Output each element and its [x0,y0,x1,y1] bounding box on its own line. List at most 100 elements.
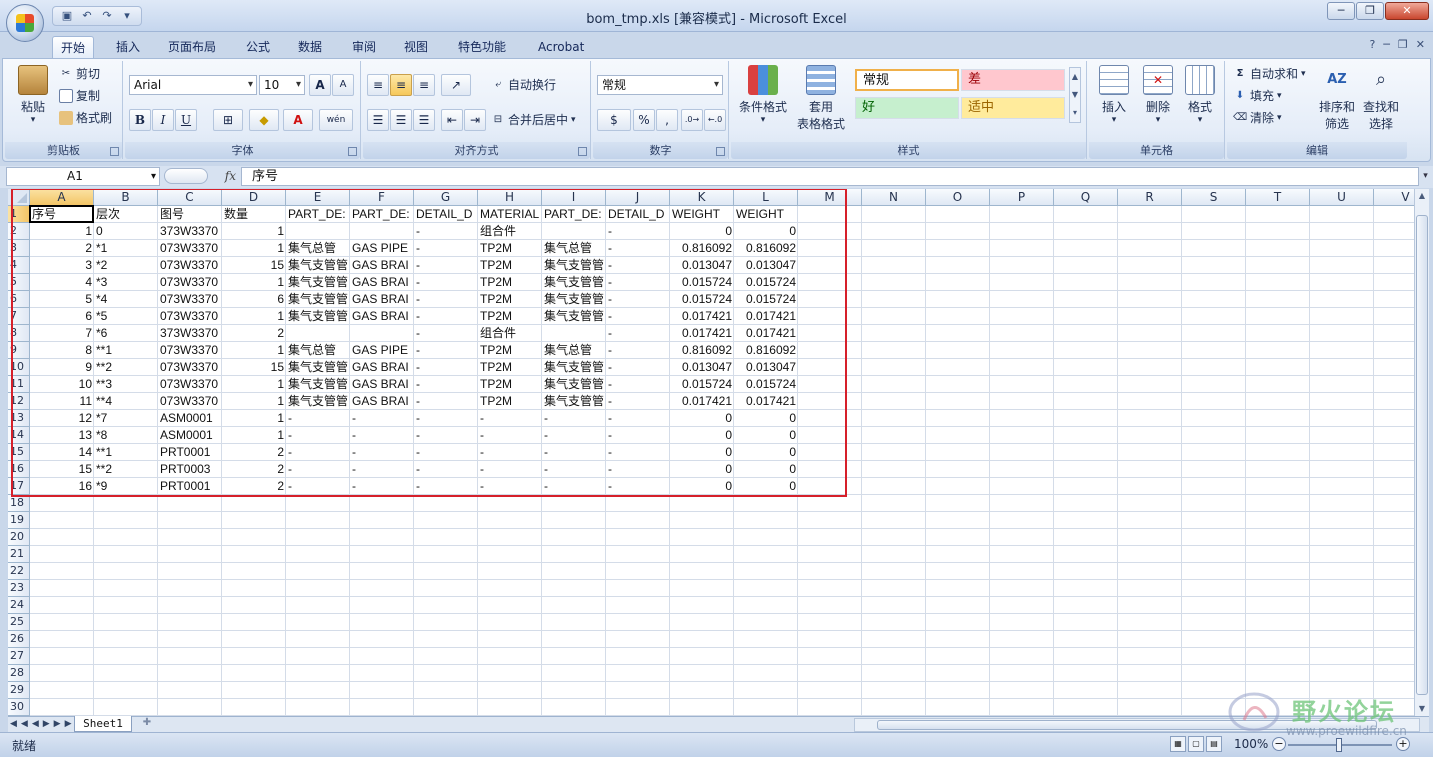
table-cell[interactable]: - [542,427,606,444]
align-left-button[interactable]: ☰ [367,109,389,131]
borders-button[interactable]: ⊞ [213,109,243,131]
table-cell[interactable]: TP2M [478,240,542,257]
sheet-nav-arrows[interactable]: ◀◀◀▶▶▶ [10,717,76,732]
table-cell[interactable]: 3 [30,257,94,274]
table-cell[interactable]: PRT0001 [158,478,222,495]
name-box[interactable]: A1 [6,167,160,186]
row-header[interactable]: 11 [8,376,30,393]
row-header[interactable]: 30 [8,699,30,716]
table-cell[interactable]: 13 [30,427,94,444]
table-cell[interactable]: 9 [30,359,94,376]
table-cell[interactable]: GAS BRAI [350,393,414,410]
column-header[interactable]: C [158,189,222,206]
table-cell[interactable]: 0 [670,444,734,461]
header-cell[interactable]: 层次 [94,206,158,223]
table-cell[interactable] [542,325,606,342]
office-button[interactable] [6,4,44,42]
header-cell[interactable]: WEIGHT [734,206,798,223]
column-header[interactable]: P [990,189,1054,206]
table-cell[interactable]: 073W3370 [158,393,222,410]
table-cell[interactable]: *8 [94,427,158,444]
align-middle-button[interactable]: ≡ [390,74,412,96]
table-cell[interactable]: - [414,223,478,240]
row-header[interactable]: 16 [8,461,30,478]
scroll-down-icon[interactable]: ▼ [1415,702,1429,716]
table-cell[interactable]: GAS BRAI [350,257,414,274]
table-cell[interactable]: - [606,291,670,308]
style-good[interactable]: 好 [855,97,959,119]
row-header[interactable]: 10 [8,359,30,376]
row-header[interactable]: 29 [8,682,30,699]
table-cell[interactable]: 1 [222,427,286,444]
table-cell[interactable]: 0 [670,478,734,495]
row-header[interactable]: 4 [8,257,30,274]
column-header[interactable]: T [1246,189,1310,206]
table-cell[interactable] [542,223,606,240]
table-cell[interactable]: - [606,308,670,325]
table-cell[interactable]: *2 [94,257,158,274]
table-cell[interactable]: - [606,427,670,444]
table-cell[interactable]: - [606,461,670,478]
table-cell[interactable]: 2 [222,444,286,461]
table-cell[interactable]: **4 [94,393,158,410]
table-cell[interactable]: **1 [94,342,158,359]
table-cell[interactable]: - [542,410,606,427]
table-cell[interactable]: 集气支管管 [286,359,350,376]
vertical-scrollbar[interactable]: ▲ ▼ [1414,189,1429,716]
table-cell[interactable]: - [414,444,478,461]
table-cell[interactable]: 集气总管 [286,240,350,257]
table-cell[interactable]: - [286,427,350,444]
table-cell[interactable]: 0.816092 [670,240,734,257]
table-cell[interactable]: TP2M [478,274,542,291]
table-cell[interactable]: - [286,444,350,461]
row-header[interactable]: 14 [8,427,30,444]
row-header[interactable]: 3 [8,240,30,257]
header-cell[interactable]: PART_DE: [542,206,606,223]
style-normal[interactable]: 常规 [855,69,959,91]
table-cell[interactable]: 16 [30,478,94,495]
row-header[interactable]: 15 [8,444,30,461]
table-cell[interactable] [286,223,350,240]
minimize-button[interactable]: ─ [1327,2,1355,20]
increase-indent-button[interactable]: ⇥ [464,109,486,131]
table-cell[interactable]: 2 [30,240,94,257]
table-cell[interactable]: 073W3370 [158,274,222,291]
column-header[interactable]: H [478,189,542,206]
table-cell[interactable]: GAS PIPE [350,342,414,359]
table-cell[interactable]: 073W3370 [158,342,222,359]
table-cell[interactable]: **2 [94,461,158,478]
row-header[interactable]: 27 [8,648,30,665]
column-header[interactable]: E [286,189,350,206]
bold-button[interactable]: B [129,109,151,131]
formula-input[interactable]: 序号 [241,167,1419,186]
table-cell[interactable]: 0.017421 [670,393,734,410]
column-header[interactable]: K [670,189,734,206]
header-cell[interactable]: WEIGHT [670,206,734,223]
styles-gallery-scroll[interactable]: ▲ ▼ ▾ [1069,67,1081,123]
table-cell[interactable]: GAS BRAI [350,359,414,376]
table-cell[interactable] [286,325,350,342]
help-icon[interactable]: ? [1369,38,1375,51]
page-break-view-icon[interactable]: ▤ [1206,736,1222,752]
table-cell[interactable]: TP2M [478,359,542,376]
header-cell[interactable]: DETAIL_D [606,206,670,223]
formula-cancel-oval[interactable] [164,168,208,184]
table-cell[interactable]: 0 [734,427,798,444]
table-cell[interactable]: 0.015724 [734,376,798,393]
decrease-indent-button[interactable]: ⇤ [441,109,463,131]
table-cell[interactable]: 0.816092 [734,240,798,257]
column-header[interactable]: I [542,189,606,206]
table-cell[interactable]: 集气支管管 [542,359,606,376]
style-bad[interactable]: 差 [961,69,1065,91]
select-all-corner[interactable] [8,189,30,206]
table-cell[interactable] [350,325,414,342]
table-cell[interactable]: - [414,325,478,342]
header-cell[interactable]: 图号 [158,206,222,223]
table-cell[interactable]: 1 [30,223,94,240]
zoom-slider-thumb[interactable] [1336,738,1342,752]
table-cell[interactable]: *1 [94,240,158,257]
tab-9[interactable]: Acrobat [530,36,592,58]
table-cell[interactable]: 1 [222,410,286,427]
ribbon-minimize-icon[interactable]: ─ [1383,38,1390,51]
table-cell[interactable]: 14 [30,444,94,461]
